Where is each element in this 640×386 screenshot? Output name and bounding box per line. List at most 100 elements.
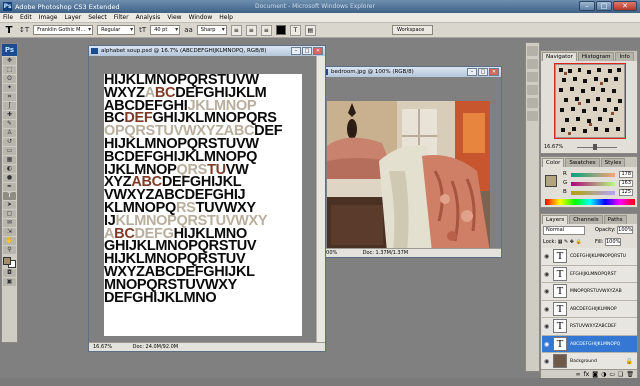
document-minimize-button[interactable]: – xyxy=(291,47,301,55)
color-slider-blue[interactable]: B 125 xyxy=(563,189,637,197)
layer-name[interactable]: MNOPQRSTUVWXYZAB xyxy=(570,289,622,294)
screen-mode-icon[interactable]: ▣ xyxy=(3,278,16,286)
history-panel-icon[interactable] xyxy=(527,46,538,56)
zoom-tool-icon[interactable]: ⚲ xyxy=(3,246,16,254)
history-brush-tool-icon[interactable]: ↺ xyxy=(3,138,16,146)
fill-value[interactable]: 100% xyxy=(604,238,621,246)
layer-row[interactable]: ◉ T ABCDEFGHIJKLMNOP xyxy=(542,300,637,318)
align-center-icon[interactable]: ≡ xyxy=(245,24,257,36)
red-channel-track[interactable] xyxy=(571,173,615,177)
shape-tool-icon[interactable]: ▢ xyxy=(3,210,16,218)
tab-navigator[interactable]: Navigator xyxy=(542,52,577,61)
layer-name[interactable]: ABCDEFGHIJKLMNOP xyxy=(570,307,617,312)
layer-visibility-eye-icon[interactable]: ◉ xyxy=(544,341,551,348)
menu-view[interactable]: View xyxy=(167,14,181,21)
actions-panel-icon[interactable] xyxy=(527,59,538,69)
layer-visibility-eye-icon[interactable]: ◉ xyxy=(544,271,551,278)
text-color-swatch[interactable] xyxy=(275,25,286,35)
color-slider-green[interactable]: G 163 xyxy=(563,180,637,188)
layer-row[interactable]: ◉ T CDEFGHIJKLMNOPQRSTU xyxy=(542,248,637,266)
align-left-icon[interactable]: ≡ xyxy=(230,24,242,36)
align-right-icon[interactable]: ≡ xyxy=(260,24,272,36)
tab-swatches[interactable]: Swatches xyxy=(565,158,600,167)
layer-row[interactable]: ◉ T RSTUVWXYZABCDEF xyxy=(542,318,637,336)
pen-tool-icon[interactable]: ✒ xyxy=(3,183,16,191)
blend-mode-select[interactable]: Normal xyxy=(543,226,585,235)
color-spectrum-bar[interactable] xyxy=(545,199,635,205)
type-tool-icon[interactable]: T xyxy=(3,192,16,200)
move-tool-icon[interactable]: ✥ xyxy=(3,57,16,65)
document-maximize-button[interactable]: □ xyxy=(302,47,312,55)
workspace-menu[interactable]: Workspace xyxy=(392,25,434,35)
menu-select[interactable]: Select xyxy=(88,14,107,21)
layer-visibility-eye-icon[interactable]: ◉ xyxy=(544,288,551,295)
tab-histogram[interactable]: Histogram xyxy=(577,52,615,61)
document-title-alphabet-soup[interactable]: alphabet soup.psd @ 16.7% (ABCDEFGHIJKLM… xyxy=(89,46,325,56)
layer-mask-icon[interactable]: ◙ xyxy=(592,371,598,378)
clone-stamp-tool-icon[interactable]: ♙ xyxy=(3,129,16,137)
lock-all-icon[interactable]: 🔒 xyxy=(576,239,582,245)
layer-name[interactable]: ABCDEFGHIJKLMNOPQ xyxy=(570,342,620,347)
layer-name[interactable]: Background xyxy=(570,359,597,364)
layer-name[interactable]: CDEFGHIJKLMNOPQRSTU xyxy=(570,254,626,259)
font-size-select[interactable]: 40 pt xyxy=(150,25,181,35)
menu-window[interactable]: Window xyxy=(189,14,213,21)
warp-text-icon[interactable]: T xyxy=(289,24,301,36)
character-panel-icon[interactable]: ▤ xyxy=(304,24,316,36)
character-panel-dock-icon[interactable] xyxy=(527,98,538,108)
brushes-panel-icon[interactable] xyxy=(527,72,538,82)
vertical-scrollbar[interactable] xyxy=(316,56,325,342)
minimize-button[interactable]: – xyxy=(579,1,595,11)
antialias-select[interactable]: Sharp xyxy=(196,25,227,35)
layer-visibility-eye-icon[interactable]: ◉ xyxy=(544,323,551,330)
doc-size-bedroom[interactable]: Doc: 1.37M/1.37M xyxy=(363,250,409,256)
foreground-color-swatch[interactable] xyxy=(3,257,11,265)
new-group-icon[interactable]: ▭ xyxy=(609,371,615,378)
menu-filter[interactable]: Filter xyxy=(114,14,129,21)
measure-tool-icon[interactable]: ⇲ xyxy=(3,228,16,236)
link-layers-icon[interactable]: ∞ xyxy=(576,371,581,378)
maximize-button[interactable]: □ xyxy=(596,1,612,11)
document-title-bedroom[interactable]: bedroom.jpg @ 100% (RGB/8) – □ ✕ xyxy=(319,67,501,77)
menu-analysis[interactable]: Analysis xyxy=(136,14,161,21)
red-channel-value[interactable]: 178 xyxy=(619,171,633,178)
menu-file[interactable]: File xyxy=(3,14,13,21)
marquee-tool-icon[interactable]: ⬚ xyxy=(3,66,16,74)
blue-channel-value[interactable]: 125 xyxy=(619,189,633,196)
tab-channels[interactable]: Channels xyxy=(569,215,603,224)
layer-row[interactable]: ◉ Background 🔒 xyxy=(542,353,637,371)
zoom-level-bedroom[interactable]: 100% xyxy=(323,249,345,257)
document-close-button[interactable]: ✕ xyxy=(313,47,323,55)
tab-layers[interactable]: Layers xyxy=(542,215,569,224)
doc-size-alphabet-soup[interactable]: Doc: 24.0M/92.0M xyxy=(133,344,179,350)
layer-row[interactable]: ◉ T EFGHIJKLMNOPQRST xyxy=(542,265,637,283)
tool-presets-panel-icon[interactable] xyxy=(527,85,538,95)
document-canvas-alphabet-soup[interactable]: HIJKLMNOPQRSTUVW WXYZABCDEFGHIJKLM ABCDEFG… xyxy=(89,56,316,342)
new-layer-icon[interactable]: ❑ xyxy=(618,371,623,378)
navigator-zoom-value[interactable]: 16.67% xyxy=(544,144,563,150)
layer-row[interactable]: ◉ T ABCDEFGHIJKLMNOPQ xyxy=(542,335,637,353)
tab-info[interactable]: Info xyxy=(615,52,634,61)
quick-mask-icon[interactable]: ◘ xyxy=(3,269,16,277)
close-button[interactable]: ✕ xyxy=(613,1,637,11)
eyedropper-tool-icon[interactable]: ʃ xyxy=(3,102,16,110)
document-maximize-button[interactable]: □ xyxy=(478,68,488,76)
navigator-zoom-slider[interactable] xyxy=(577,147,617,148)
eraser-tool-icon[interactable]: ▭ xyxy=(3,147,16,155)
blur-tool-icon[interactable]: ◐ xyxy=(3,165,16,173)
menu-image[interactable]: Image xyxy=(39,14,58,21)
menu-edit[interactable]: Edit xyxy=(20,14,32,21)
navigator-zoom-knob[interactable] xyxy=(593,144,597,150)
hand-tool-icon[interactable]: ✋ xyxy=(3,237,16,245)
green-channel-value[interactable]: 163 xyxy=(619,180,633,187)
layer-name[interactable]: RSTUVWXYZABCDEF xyxy=(570,324,617,329)
lasso-tool-icon[interactable]: ʘ xyxy=(3,75,16,83)
healing-brush-tool-icon[interactable]: ✚ xyxy=(3,111,16,119)
tab-paths[interactable]: Paths xyxy=(603,215,627,224)
document-canvas-bedroom[interactable] xyxy=(319,77,501,249)
crop-tool-icon[interactable]: ⌗ xyxy=(3,93,16,101)
layer-visibility-eye-icon[interactable]: ◉ xyxy=(544,358,551,365)
tab-color[interactable]: Color xyxy=(542,158,565,167)
layer-visibility-eye-icon[interactable]: ◉ xyxy=(544,306,551,313)
color-slider-red[interactable]: R 178 xyxy=(563,171,637,179)
